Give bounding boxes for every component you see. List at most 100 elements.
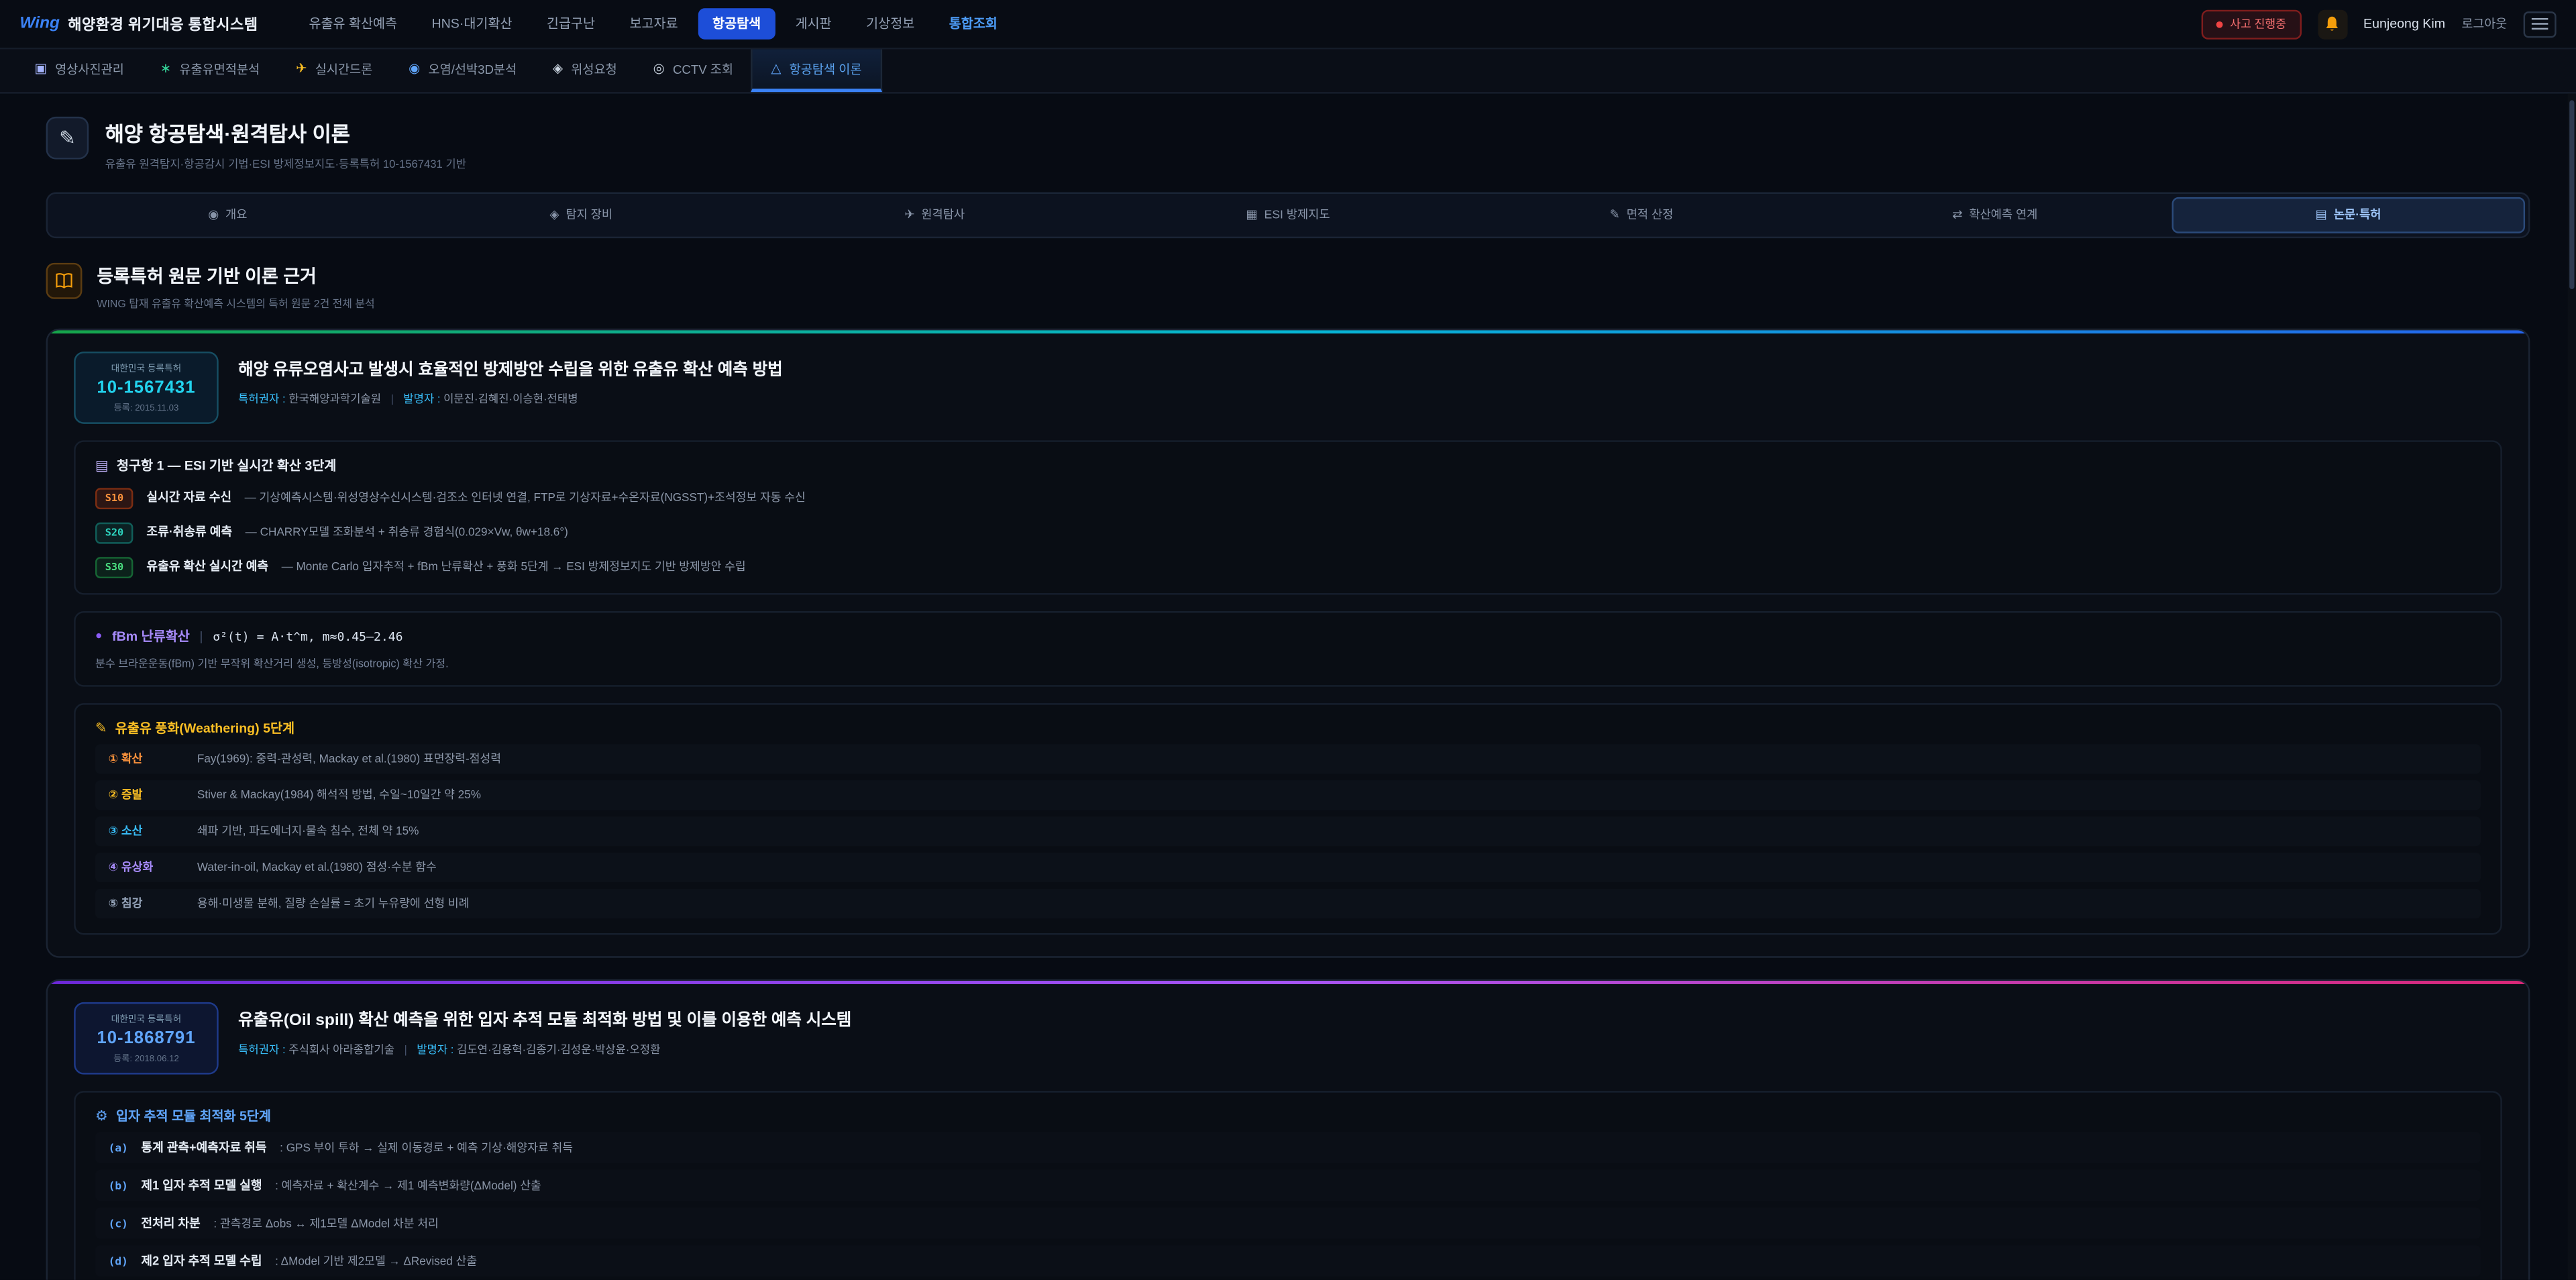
claim-step-row: S20 조류·취송류 예측 — CHARRY모델 조화분석 + 취송류 경험식(… (95, 523, 2481, 544)
optimization-step-row: (d) 제2 입자 추적 모델 수립 : ΔModel 기반 제2모델 → ΔR… (95, 1245, 2481, 1277)
gear-icon: ⚙ (95, 1110, 108, 1124)
subtab-aerial-theory[interactable]: △ 항공탐색 이론 (751, 49, 881, 92)
tab-remote-sensing[interactable]: ✈ 원격탐사 (758, 197, 1112, 233)
sub-navbar: ▣ 영상사진관리 ∗ 유출유면적분석 ✈ 실시간드론 ◉ 오염/선박3D분석 ◈… (0, 49, 2576, 93)
weathering-step-label: ② 증발 (109, 787, 181, 803)
page-title: 해양 항공탐색·원격탐사 이론 (105, 117, 466, 148)
subtab-oil-area-analysis[interactable]: ∗ 유출유면적분석 (142, 49, 278, 92)
globe-3d-icon: ◉ (409, 62, 420, 76)
patent-header: 대한민국 등록특허 10-1567431 등록: 2015.11.03 해양 유… (74, 352, 2502, 424)
logout-link[interactable]: 로그아웃 (2462, 15, 2508, 33)
tab-label: 원격탐사 (921, 207, 965, 223)
subtab-realtime-drone[interactable]: ✈ 실시간드론 (278, 49, 390, 92)
pencil-icon: ✎ (95, 722, 107, 736)
step-letter-badge: (c) (109, 1218, 128, 1231)
weathering-row: ② 증발 Stiver & Mackay(1984) 해석적 방법, 수일~10… (95, 780, 2481, 810)
patent-card-1567431: 대한민국 등록특허 10-1567431 등록: 2015.11.03 해양 유… (46, 329, 2530, 958)
subtab-satellite-request[interactable]: ◈ 위성요청 (535, 49, 635, 92)
tab-esi-map[interactable]: ▦ ESI 방제지도 (1112, 197, 1465, 233)
subtab-label: 실시간드론 (315, 60, 373, 78)
link-arrows-icon: ⇄ (1952, 209, 1962, 221)
menu-item-aerial-search[interactable]: 항공탐색 (698, 8, 775, 40)
step-name: 실시간 자료 수신 (146, 488, 231, 506)
patent-number-badge: 대한민국 등록특허 10-1567431 등록: 2015.11.03 (74, 352, 219, 424)
patent-number: 10-1868791 (91, 1028, 203, 1048)
step-badge-s30: S30 (95, 557, 133, 578)
pencil-icon: ✎ (1609, 209, 1619, 221)
cctv-icon: ◎ (653, 62, 665, 76)
tab-label: 탐지 장비 (566, 207, 612, 223)
subtab-label: 영상사진관리 (55, 60, 124, 78)
section-tabbar: ◉ 개요 ◈ 탐지 장비 ✈ 원격탐사 ▦ ESI 방제지도 ✎ 면적 산정 ⇄… (46, 193, 2530, 239)
owner-label: 특허권자 : (238, 1045, 286, 1057)
notification-bell-icon[interactable] (2317, 9, 2347, 38)
step-desc: : 관측경로 Δobs ↔ 제1모델 ΔModel 차분 처리 (213, 1216, 439, 1232)
tab-area-calculation[interactable]: ✎ 면적 산정 (1464, 197, 1818, 233)
patent-title: 유출유(Oil spill) 확산 예측을 위한 입자 추적 모듈 최적화 방법… (238, 1006, 851, 1030)
tab-detection-equipment[interactable]: ◈ 탐지 장비 (405, 197, 758, 233)
scrollbar-thumb[interactable] (2569, 100, 2574, 289)
subtab-cctv-view[interactable]: ◎ CCTV 조회 (635, 49, 751, 92)
optimization-step-row: (b) 제1 입자 추적 모델 실행 : 예측자료 + 확산계수 → 제1 예측… (95, 1170, 2481, 1202)
step-name: 전처리 차분 (141, 1214, 200, 1232)
weathering-panel: ✎ 유출유 풍화(Weathering) 5단계 ① 확산 Fay(1969):… (74, 703, 2502, 935)
weathering-step-desc: Stiver & Mackay(1984) 해석적 방법, 수일~10일간 약 … (197, 787, 481, 803)
subtab-3d-analysis[interactable]: ◉ 오염/선박3D분석 (390, 49, 535, 92)
menu-item-reports[interactable]: 보고자료 (614, 8, 692, 40)
weathering-step-label: ④ 유상화 (109, 859, 181, 875)
incident-status-badge[interactable]: 사고 진행중 (2202, 9, 2301, 38)
menu-item-oil-spill-prediction[interactable]: 유출유 확산예측 (294, 8, 412, 40)
menu-item-board[interactable]: 게시판 (781, 8, 847, 40)
step-desc: : GPS 부이 투하 → 실제 이동경로 + 예측 기상·해양자료 취득 (280, 1140, 573, 1157)
patent-country: 대한민국 등록특허 (91, 1012, 203, 1026)
menu-item-integrated-view[interactable]: 통합조회 (934, 8, 1012, 40)
page-subtitle: 유출유 원격탐지·항공감시 기법·ESI 방제정보지도·등록특허 10-1567… (105, 154, 466, 170)
brand[interactable]: Wing 해양환경 위기대응 통합시스템 (19, 13, 258, 35)
tab-prediction-link[interactable]: ⇄ 확산예측 연계 (1818, 197, 2171, 233)
menu-item-weather-info[interactable]: 기상정보 (851, 8, 929, 40)
patent-country: 대한민국 등록특허 (91, 362, 203, 375)
step-name: 제1 입자 추적 모델 실행 (141, 1176, 262, 1194)
optimization-title: 입자 추적 모듈 최적화 5단계 (116, 1108, 271, 1126)
purple-dot-icon: ● (95, 631, 102, 642)
step-name: 제2 입자 추적 모델 수립 (141, 1252, 262, 1270)
menu-item-emergency-rescue[interactable]: 긴급구난 (532, 8, 610, 40)
claim-panel-title-row: ▤ 청구항 1 — ESI 기반 실시간 확산 3단계 (95, 457, 2481, 475)
patent-number: 10-1567431 (91, 378, 203, 397)
step-name: 조류·취송류 예측 (146, 523, 232, 541)
area-analysis-icon: ∗ (160, 62, 171, 76)
step-name: 유출유 확산 실시간 예측 (146, 557, 268, 575)
top-navbar: Wing 해양환경 위기대응 통합시스템 유출유 확산예측 HNS·대기확산 긴… (0, 0, 2576, 49)
section-header: 등록특허 원문 기반 이론 근거 WING 탑재 유출유 확산예측 시스템의 특… (46, 263, 2530, 311)
tab-label: ESI 방제지도 (1265, 207, 1330, 223)
patent-number-badge: 대한민국 등록특허 10-1868791 등록: 2018.06.12 (74, 1002, 219, 1075)
tab-overview[interactable]: ◉ 개요 (51, 197, 405, 233)
weathering-step-desc: Fay(1969): 중력-관성력, Mackay et al.(1980) 표… (197, 751, 501, 767)
step-letter-badge: (b) (109, 1179, 128, 1193)
tab-label: 논문·특허 (2334, 207, 2381, 223)
weathering-step-desc: 용해·미생물 분해, 질량 손실률 = 초기 누유량에 선형 비례 (197, 896, 470, 912)
tab-label: 확산예측 연계 (1969, 207, 2037, 223)
step-desc: — 기상예측시스템·위성영상수신시스템·검조소 인터넷 연결, FTP로 기상자… (245, 490, 806, 506)
inventor-label: 발명자 : (403, 394, 440, 406)
user-name: Eunjeong Kim (2363, 16, 2445, 31)
meta-separator: | (391, 394, 394, 406)
patent-meta: 특허권자 : 주식회사 아라종합기술 | 발명자 : 김도연·김용혁·김종기·김… (238, 1040, 851, 1056)
navbar-right: 사고 진행중 Eunjeong Kim 로그아웃 (2202, 9, 2557, 38)
menu-item-hns-atmospheric[interactable]: HNS·대기확산 (417, 8, 527, 40)
hamburger-menu-icon[interactable] (2524, 11, 2557, 37)
owner-label: 특허권자 : (238, 394, 286, 406)
inventor-label: 발명자 : (417, 1045, 453, 1057)
incident-dot-icon (2217, 21, 2224, 28)
weathering-title: 유출유 풍화(Weathering) 5단계 (115, 720, 294, 738)
tab-papers-patents[interactable]: ▤ 논문·특허 (2171, 197, 2525, 233)
weathering-step-label: ① 확산 (109, 751, 181, 767)
document-icon: ▤ (2316, 209, 2327, 221)
subtab-photo-management[interactable]: ▣ 영상사진관리 (16, 49, 142, 92)
step-badge-s10: S10 (95, 488, 133, 509)
meta-separator: | (404, 1045, 407, 1057)
fbm-divider: | (199, 629, 203, 644)
satellite-icon: ◈ (553, 62, 563, 76)
overview-globe-icon: ◉ (208, 209, 219, 221)
claim-step-row: S10 실시간 자료 수신 — 기상예측시스템·위성영상수신시스템·검조소 인터… (95, 488, 2481, 509)
